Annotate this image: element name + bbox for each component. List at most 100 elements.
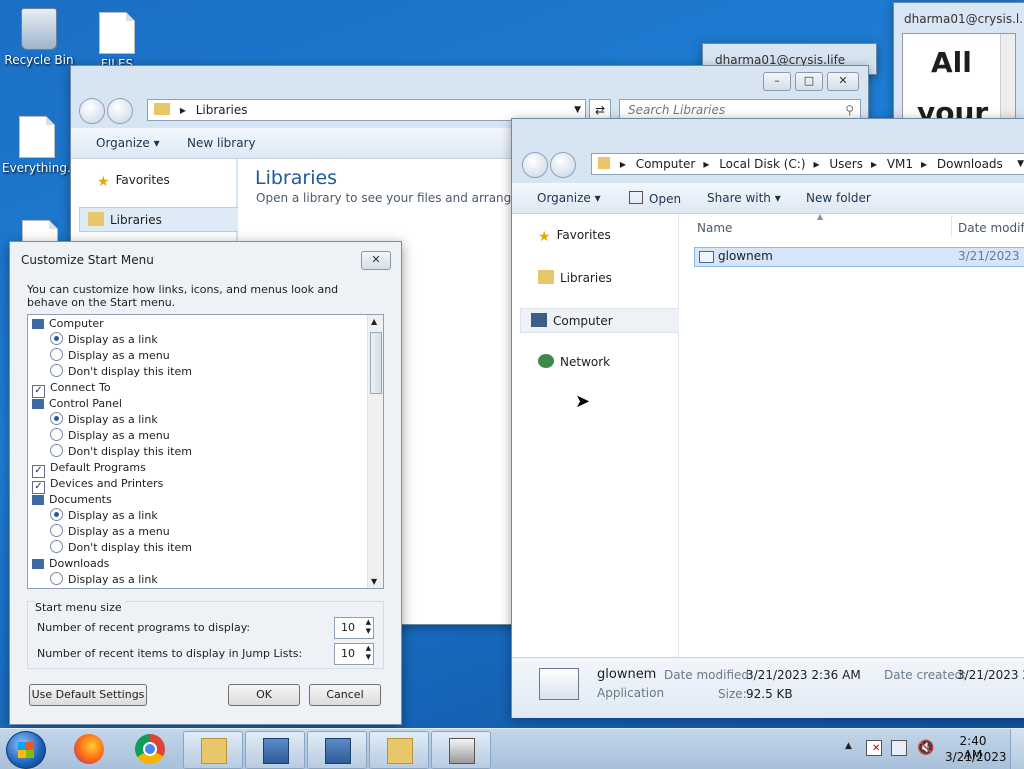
use-default-settings-button[interactable]: Use Default Settings	[29, 684, 147, 706]
desktop-icon-files[interactable]: FILES	[82, 12, 152, 71]
action-center-icon[interactable]: ✕	[866, 740, 882, 756]
list-item-label: Devices and Printers	[50, 477, 164, 490]
chevron-down-icon[interactable]: ▼	[574, 100, 581, 120]
close-button[interactable]: ✕	[827, 72, 859, 91]
folder-icon	[201, 738, 227, 764]
forward-button[interactable]	[550, 152, 576, 178]
address-bar[interactable]: ▸ Computer ▸ Local Disk (C:) ▸ Users ▸ VM1 ▸…	[591, 153, 1024, 175]
list-item[interactable]: Don't display this item	[50, 364, 192, 380]
clock-date[interactable]: 3/21/2023	[945, 750, 1007, 764]
list-item[interactable]: Don't display this item	[50, 444, 192, 460]
radio-button[interactable]	[50, 444, 63, 457]
downloads-window[interactable]: ▸ Computer ▸ Local Disk (C:) ▸ Users ▸ VM1 ▸…	[511, 118, 1024, 718]
back-button[interactable]	[79, 98, 105, 124]
new-library-button[interactable]: New library	[187, 136, 256, 150]
taskbar-remote-app-1[interactable]	[245, 731, 305, 769]
close-button[interactable]: ✕	[361, 251, 391, 270]
radio-button[interactable]	[50, 348, 63, 361]
radio-button[interactable]	[50, 540, 63, 553]
new-folder-button[interactable]: New folder	[806, 191, 871, 205]
maximize-button[interactable]: □	[795, 72, 823, 91]
start-button[interactable]	[6, 731, 46, 769]
taskbar-remote-app-2[interactable]	[307, 731, 367, 769]
ransom-note-window[interactable]: dharma01@crysis.l... All your	[893, 2, 1024, 134]
radio-button[interactable]	[50, 524, 63, 537]
scroll-down-icon[interactable]: ▼	[371, 577, 377, 586]
nav-item-libraries[interactable]: Libraries	[79, 207, 247, 232]
list-item[interactable]: Documents	[32, 492, 112, 508]
desktop-icon-recycle-bin[interactable]: Recycle Bin	[4, 8, 74, 67]
library-icon	[88, 212, 104, 226]
chevron-right-icon: ▸	[179, 103, 186, 117]
breadcrumb-downloads[interactable]: Downloads	[937, 157, 1003, 171]
back-button[interactable]	[522, 152, 548, 178]
list-item[interactable]: Don't display this item	[50, 540, 192, 556]
list-item[interactable]: ✓ Default Programs	[32, 460, 146, 478]
list-item[interactable]: Display as a link	[50, 332, 158, 348]
nav-item-computer[interactable]: Computer	[520, 308, 682, 333]
scrollbar[interactable]	[1000, 34, 1015, 130]
stepper-arrows-icon[interactable]: ▲ ▼	[366, 618, 371, 636]
chrome-icon[interactable]	[135, 734, 165, 764]
show-hidden-icons-icon[interactable]: ▲	[845, 741, 852, 751]
application-icon	[699, 251, 714, 263]
list-item[interactable]: Display as a link	[50, 412, 158, 428]
open-button[interactable]: Open	[629, 191, 681, 206]
recent-programs-stepper[interactable]: 10 ▲ ▼	[334, 617, 374, 639]
radio-button[interactable]	[50, 364, 63, 377]
nav-item-libraries[interactable]: Libraries	[538, 270, 612, 285]
list-item[interactable]: Display as a link	[50, 572, 158, 588]
ok-button[interactable]: OK	[228, 684, 300, 706]
organize-button[interactable]: Organize ▾	[537, 191, 601, 205]
radio-button[interactable]	[50, 412, 63, 425]
chevron-down-icon[interactable]: ▼	[1017, 154, 1024, 174]
breadcrumb-computer[interactable]: Computer	[636, 157, 696, 171]
details-pane: glownem Application Date modified: 3/21/…	[512, 657, 1024, 718]
list-item[interactable]: Control Panel	[32, 396, 122, 412]
list-item[interactable]: Display as a menu	[50, 524, 170, 540]
customize-start-menu-dialog[interactable]: Customize Start Menu ✕ You can customize…	[9, 241, 402, 725]
list-item[interactable]: Computer	[32, 316, 104, 332]
volume-muted-icon[interactable]: 🔇	[917, 740, 934, 756]
chevron-right-icon: ▸	[703, 157, 710, 171]
firefox-icon[interactable]	[74, 734, 104, 764]
nav-item-favorites[interactable]: ★ Favorites	[538, 228, 611, 245]
stepper-arrows-icon[interactable]: ▲ ▼	[366, 644, 371, 662]
taskbar-app-window[interactable]	[431, 731, 491, 769]
list-item[interactable]: Display as a menu	[50, 348, 170, 364]
start-menu-size-group: Start menu size Number of recent program…	[27, 601, 384, 669]
list-item[interactable]: Display as a menu	[50, 428, 170, 444]
radio-button[interactable]	[50, 508, 63, 521]
scroll-thumb[interactable]	[370, 332, 382, 394]
share-with-button[interactable]: Share with ▾	[707, 191, 781, 205]
column-header-name[interactable]: Name	[697, 221, 732, 235]
breadcrumb-vm1[interactable]: VM1	[887, 157, 913, 171]
scrollbar[interactable]: ▲ ▼	[367, 315, 383, 588]
column-header-date-modified[interactable]: Date modifie	[958, 221, 1024, 235]
list-item[interactable]: ✓ Connect To	[32, 380, 111, 398]
scroll-up-icon[interactable]: ▲	[371, 317, 377, 326]
start-menu-options-list[interactable]: Computer Display as a link Display as a me…	[27, 314, 384, 589]
cancel-button[interactable]: Cancel	[309, 684, 381, 706]
desktop-icon-everything[interactable]: Everything.l...	[2, 116, 86, 175]
breadcrumb-users[interactable]: Users	[829, 157, 863, 171]
organize-button[interactable]: Organize ▾	[96, 136, 160, 150]
minimize-button[interactable]: –	[763, 72, 791, 91]
file-row[interactable]: glownem 3/21/2023 2:3	[694, 247, 1024, 267]
column-divider[interactable]	[951, 216, 952, 236]
breadcrumb-local-disk[interactable]: Local Disk (C:)	[719, 157, 805, 171]
radio-button[interactable]	[50, 572, 63, 585]
radio-button[interactable]	[50, 332, 63, 345]
recent-items-stepper[interactable]: 10 ▲ ▼	[334, 643, 374, 665]
list-item[interactable]: Display as a link	[50, 508, 158, 524]
nav-item-favorites[interactable]: ★ Favorites	[97, 173, 170, 190]
radio-button[interactable]	[50, 428, 63, 441]
list-item[interactable]: Downloads	[32, 556, 109, 572]
show-desktop-button[interactable]	[1010, 729, 1024, 769]
taskbar-explorer-libraries[interactable]	[183, 731, 243, 769]
list-item[interactable]: ✓ Devices and Printers	[32, 476, 164, 494]
forward-button[interactable]	[107, 98, 133, 124]
taskbar-explorer-downloads[interactable]	[369, 731, 429, 769]
nav-item-network[interactable]: Network	[538, 354, 610, 369]
network-tray-icon[interactable]	[891, 740, 907, 756]
